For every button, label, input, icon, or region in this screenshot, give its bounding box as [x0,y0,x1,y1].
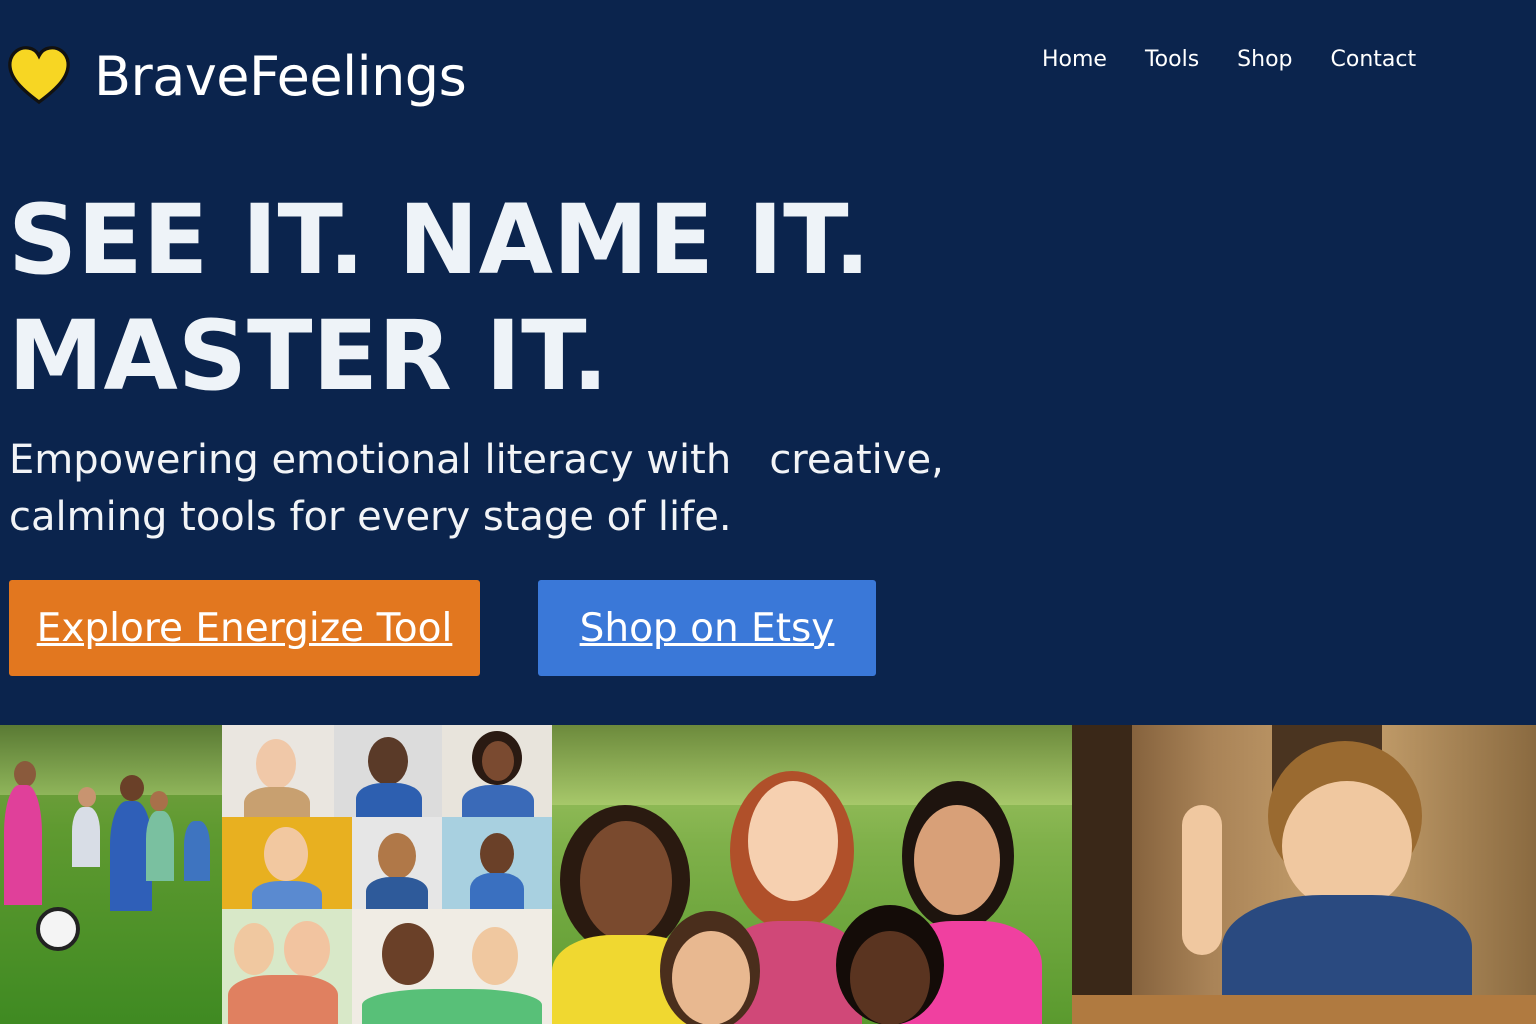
photo-smiling-kids-group [552,725,1072,1024]
photo-strip [0,725,1536,1024]
subtitle-line-1: Empowering emotional literacy with creat… [9,437,944,483]
photo-boy-raising-hand [1072,725,1536,1024]
nav-home[interactable]: Home [1042,46,1107,74]
headline-line-1: SEE IT. NAME IT. [8,184,871,296]
hero-subtitle: Empowering emotional literacy with creat… [9,432,944,546]
shop-on-etsy-button[interactable]: Shop on Etsy [538,580,876,676]
headline-line-2: MASTER IT. [8,300,609,412]
main-nav: Home Tools Shop Contact [1042,46,1416,74]
photo-kids-playing-soccer [0,725,222,1024]
nav-shop[interactable]: Shop [1237,46,1292,74]
brand-name: BraveFeelings [94,45,467,108]
explore-energize-tool-button[interactable]: Explore Energize Tool [9,580,480,676]
heart-icon [6,44,72,110]
nav-tools[interactable]: Tools [1145,46,1199,74]
brand-logo[interactable]: BraveFeelings [6,44,467,110]
nav-contact[interactable]: Contact [1331,46,1417,74]
photo-faces-collage [222,725,552,1024]
subtitle-line-2: calming tools for every stage of life. [9,494,732,540]
hero-headline: SEE IT. NAME IT. MASTER IT. [8,182,871,414]
